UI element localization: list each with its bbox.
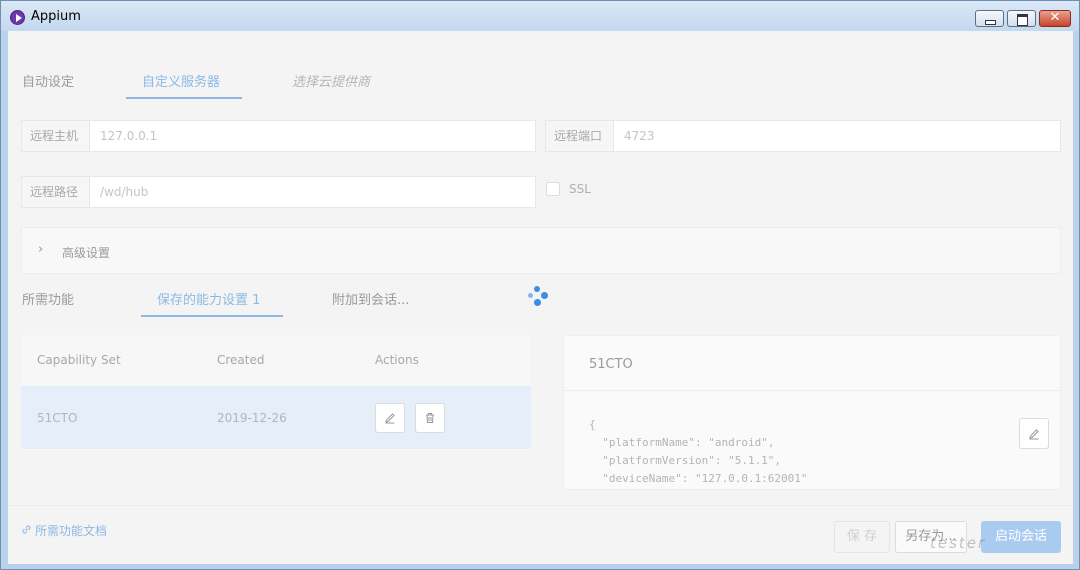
delete-capability-button[interactable] <box>415 403 445 433</box>
app-window: Appium ✕ 自动设定 自定义服务器 选择云提供商 远程主机 远程端口 <box>0 0 1080 570</box>
pencil-icon <box>385 413 395 424</box>
divider <box>8 505 1073 506</box>
remote-port-field: 远程端口 <box>545 120 1061 152</box>
edit-capability-button[interactable] <box>375 403 405 433</box>
advanced-settings-toggle[interactable]: › 高级设置 <box>21 227 1061 274</box>
tab-cloud-provider[interactable]: 选择云提供商 <box>292 61 370 99</box>
remote-host-input[interactable] <box>90 121 535 151</box>
chevron-right-icon: › <box>38 242 44 257</box>
column-header-actions: Actions <box>375 353 419 367</box>
capability-json: { "platformName": "android", "platformVe… <box>589 418 808 485</box>
column-header-capability-set: Capability Set <box>37 353 121 367</box>
content: 自动设定 自定义服务器 选择云提供商 远程主机 远程端口 远程路径 <box>8 31 1073 564</box>
maximize-button[interactable] <box>1007 10 1036 27</box>
detail-title: 51CTO <box>589 357 633 372</box>
tab-auto-settings[interactable]: 自动设定 <box>22 61 74 99</box>
remote-path-input[interactable] <box>90 177 535 207</box>
tab-saved-capability-sets[interactable]: 保存的能力设置 1 <box>141 279 283 317</box>
capabilities-docs-label: 所需功能文档 <box>35 524 108 538</box>
remote-port-input[interactable] <box>614 121 1060 151</box>
capability-set-created: 2019-12-26 <box>217 411 287 425</box>
client-area: 自动设定 自定义服务器 选择云提供商 远程主机 远程端口 远程路径 <box>8 31 1073 564</box>
title-bar[interactable]: Appium ✕ <box>1 1 1079 31</box>
table-row[interactable]: 51CTO 2019-12-26 <box>21 386 531 449</box>
start-session-button[interactable]: 启动会话 <box>981 521 1061 553</box>
tab-custom-server[interactable]: 自定义服务器 <box>126 61 242 99</box>
appium-icon <box>10 10 25 25</box>
tab-desired-capabilities[interactable]: 所需功能 <box>22 279 74 317</box>
capability-detail-panel: 51CTO { "platformName": "android", "plat… <box>563 335 1061 490</box>
remote-host-label: 远程主机 <box>22 121 90 151</box>
capabilities-docs-link[interactable]: 所需功能文档 <box>21 522 107 539</box>
remote-host-field: 远程主机 <box>21 120 536 152</box>
tab-attach-to-session[interactable]: 附加到会话... <box>332 279 409 317</box>
link-icon <box>21 524 32 538</box>
divider <box>564 390 1060 391</box>
ssl-label: SSL <box>569 182 591 196</box>
remote-path-label: 远程路径 <box>22 177 90 207</box>
remote-path-field: 远程路径 <box>21 176 536 208</box>
trash-icon <box>426 413 434 423</box>
capability-sets-table: Capability Set Created Actions 51CTO 201… <box>21 335 531 450</box>
edit-json-button[interactable] <box>1019 418 1049 449</box>
column-header-created: Created <box>217 353 265 367</box>
close-icon: ✕ <box>1049 10 1061 25</box>
capability-set-name: 51CTO <box>37 411 78 425</box>
pencil-icon <box>1029 428 1039 439</box>
remote-port-label: 远程端口 <box>546 121 614 151</box>
ssl-option[interactable]: SSL <box>546 182 591 196</box>
save-button[interactable]: 保 存 <box>834 521 890 553</box>
minimize-button[interactable] <box>975 10 1004 27</box>
window-title: Appium <box>31 9 81 24</box>
close-button[interactable]: ✕ <box>1039 10 1071 27</box>
watermark: tester <box>930 534 987 552</box>
advanced-settings-label: 高级设置 <box>62 246 111 260</box>
capability-tabs: 所需功能 保存的能力设置 1 附加到会话... <box>22 279 582 319</box>
loading-spinner-icon <box>528 286 552 310</box>
ssl-checkbox[interactable] <box>546 182 560 196</box>
